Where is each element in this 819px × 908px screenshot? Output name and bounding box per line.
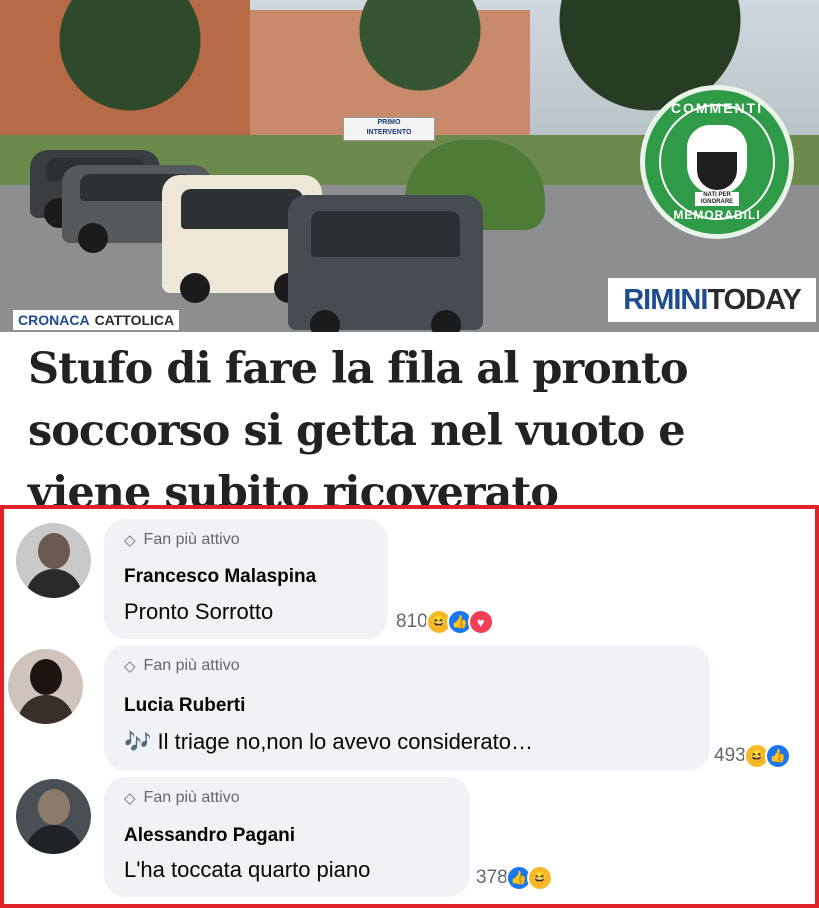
comment-author[interactable]: Lucia Ruberti (124, 695, 245, 717)
comment-bubble: ◇ Fan più attivo Alessandro Pagani L'ha … (104, 777, 470, 897)
diamond-icon: ◇ (124, 790, 136, 807)
category-secondary: CATTOLICA (94, 312, 175, 328)
reaction-count: 378 (476, 867, 508, 888)
reactions[interactable]: 810 😆 👍 ♥ (396, 609, 494, 635)
top-fan-badge: ◇ Fan più attivo (124, 789, 240, 807)
article-category: CRONACA CATTOLICA (13, 310, 180, 330)
diamond-icon: ◇ (124, 532, 136, 549)
comment-item: ◇ Fan più attivo Lucia Ruberti 🎶 Il tria… (4, 645, 815, 773)
top-fan-badge: ◇ Fan più attivo (124, 657, 240, 675)
comment-author[interactable]: Alessandro Pagani (124, 825, 295, 847)
comment-item: ◇ Fan più attivo Alessandro Pagani L'ha … (4, 777, 815, 902)
comment-text: Pronto Sorrotto (124, 599, 274, 624)
comment-bubble: ◇ Fan più attivo Francesco Malaspina Pro… (104, 519, 388, 639)
logo-bottom-text: MEMORABILI (673, 208, 761, 222)
logo-top-text: COMMENTI (670, 100, 764, 116)
badge-label: Fan più attivo (143, 531, 240, 548)
article-headline: Stufo di fare la fila al pronto soccorso… (28, 344, 689, 518)
comment-text: 🎶 Il triage no,non lo avevo considerato… (124, 729, 533, 754)
top-fan-badge: ◇ Fan più attivo (124, 531, 240, 549)
primo-intervento-sign: PRIMO INTERVENTO (343, 117, 435, 141)
sign-line-1: PRIMO (377, 119, 401, 126)
badge-label: Fan più attivo (143, 657, 240, 674)
riminitoday-logo: RIMINI TODAY (608, 278, 816, 322)
category-primary: CRONACA (18, 312, 90, 328)
comment-text: L'ha toccata quarto piano (124, 857, 371, 882)
comments-frame: ◇ Fan più attivo Francesco Malaspina Pro… (0, 505, 819, 908)
love-reaction-icon: ♥ (467, 609, 494, 635)
car-fiat-fox (288, 195, 483, 332)
avatar[interactable] (16, 779, 91, 854)
sign-line-2: INTERVENTO (366, 129, 412, 136)
brand-part-2: TODAY (707, 283, 801, 316)
comment-item: ◇ Fan più attivo Francesco Malaspina Pro… (4, 519, 815, 644)
comment-author[interactable]: Francesco Malaspina (124, 566, 316, 588)
reaction-count: 493 (714, 745, 746, 766)
comment-bubble: ◇ Fan più attivo Lucia Ruberti 🎶 Il tria… (104, 645, 710, 771)
reaction-count: 810 (396, 611, 428, 632)
brand-part-1: RIMINI (623, 283, 708, 316)
haha-reaction-icon: 😆 (526, 865, 553, 891)
commenti-memorabili-logo: COMMENTI NATI PER IGNORARE MEMORABILI (640, 85, 794, 239)
avatar[interactable] (8, 649, 83, 724)
article-photo: PRIMO INTERVENTO COMMENTI NATI PER IGNOR… (0, 0, 819, 332)
badge-label: Fan più attivo (143, 789, 240, 806)
like-reaction-icon: 👍 (764, 743, 791, 769)
diamond-icon: ◇ (124, 658, 136, 675)
reactions[interactable]: 378 👍 😆 (476, 865, 553, 891)
logo-tagline: NATI PER IGNORARE (695, 192, 739, 206)
avatar[interactable] (16, 523, 91, 598)
reactions[interactable]: 493 😆 👍 (714, 743, 791, 769)
